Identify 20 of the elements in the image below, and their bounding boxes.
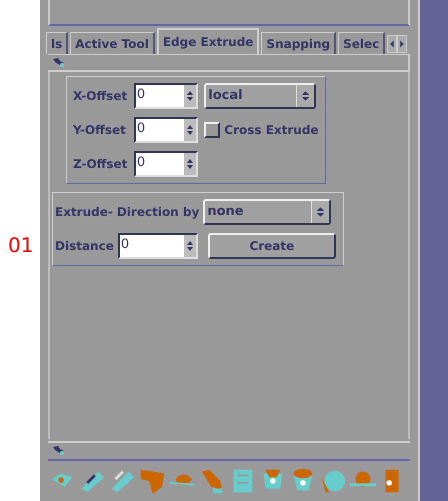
direction-dropdown[interactable]: none bbox=[203, 199, 332, 225]
create-button[interactable]: Create bbox=[208, 233, 336, 259]
field-label: Extrude- bbox=[55, 204, 113, 221]
field-label: Y-Offset bbox=[73, 122, 127, 139]
tab[interactable]: Selec bbox=[338, 32, 386, 54]
checkbox-label: Cross Extrude bbox=[224, 122, 319, 139]
number-field[interactable]: 0 bbox=[134, 83, 198, 109]
field-label: Direction by bbox=[116, 204, 200, 221]
space-dropdown[interactable]: local bbox=[204, 83, 316, 109]
tab[interactable]: Active Tool bbox=[70, 32, 155, 54]
number-field[interactable]: 0 bbox=[118, 233, 198, 259]
tab[interactable]: ls bbox=[46, 32, 68, 54]
tab[interactable]: Edge Extrude bbox=[156, 28, 260, 54]
field-label: Distance bbox=[55, 238, 114, 255]
number-field[interactable]: 0 bbox=[134, 117, 198, 143]
margin-label: 01 bbox=[8, 232, 34, 259]
field-label: Z-Offset bbox=[73, 156, 128, 173]
number-field[interactable]: 0 bbox=[134, 151, 198, 177]
tab[interactable]: Snapping bbox=[261, 32, 336, 54]
field-label: X-Offset bbox=[73, 88, 128, 105]
